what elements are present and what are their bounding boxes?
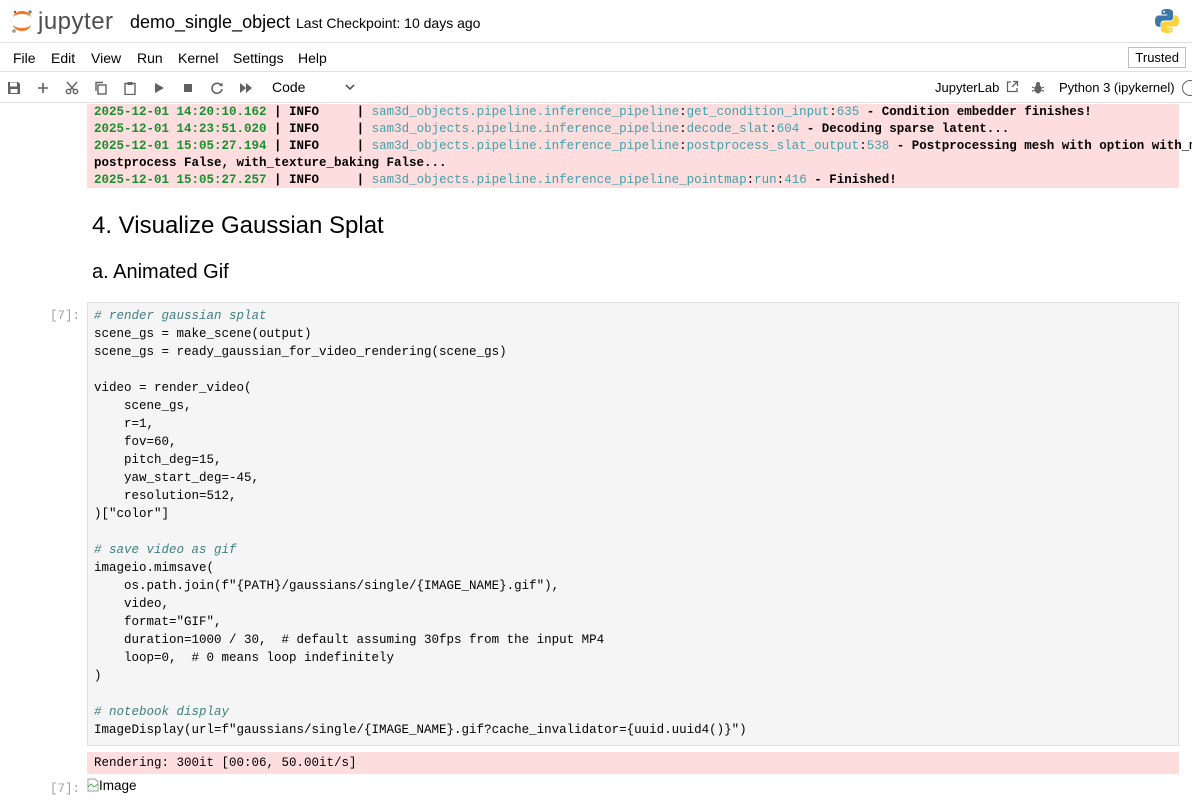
copy-icon[interactable] bbox=[92, 79, 110, 97]
image-alt-text: Image bbox=[99, 778, 137, 793]
cell-type-dropdown[interactable]: Code bbox=[272, 79, 362, 95]
code-line: format="GIF", bbox=[94, 615, 222, 629]
code-line: )["color"] bbox=[94, 507, 170, 521]
menu-edit[interactable]: Edit bbox=[51, 50, 75, 66]
code-line: video, bbox=[94, 597, 170, 611]
cell-type-value: Code bbox=[272, 79, 306, 95]
debugger-bug-icon[interactable] bbox=[1031, 81, 1045, 95]
code-line: r=1, bbox=[94, 417, 155, 431]
top-header: jupyter demo_single_object Last Checkpoi… bbox=[0, 0, 1192, 43]
menu-bar: File Edit View Run Kernel Settings Help … bbox=[0, 44, 1192, 72]
code-line: # notebook display bbox=[94, 705, 230, 719]
rendering-output: Rendering: 300it [00:06, 50.00it/s] bbox=[87, 752, 1179, 774]
code-line: os.path.join(f"{PATH}/gaussians/single/{… bbox=[94, 579, 560, 593]
log-line: postprocess False, with_texture_baking F… bbox=[94, 156, 447, 170]
section-heading: 4. Visualize Gaussian Splat bbox=[92, 212, 384, 239]
add-cell-icon[interactable] bbox=[34, 79, 52, 97]
menu-view[interactable]: View bbox=[91, 50, 121, 66]
jupyter-logo-text: jupyter bbox=[38, 8, 114, 35]
jupyter-logo-icon bbox=[12, 10, 32, 33]
fast-forward-icon[interactable] bbox=[237, 79, 255, 97]
log-output: 2025-12-01 14:20:10.162 | INFO | sam3d_o… bbox=[87, 104, 1192, 188]
code-line: # render gaussian splat bbox=[94, 309, 267, 323]
code-line: ImageDisplay(url=f"gaussians/single/{IMA… bbox=[94, 723, 747, 737]
kernel-name[interactable]: Python 3 (ipykernel) bbox=[1059, 80, 1175, 95]
run-icon[interactable] bbox=[150, 79, 168, 97]
jupyterlab-label: JupyterLab bbox=[935, 80, 1000, 95]
jupyterlab-link[interactable]: JupyterLab bbox=[935, 80, 1019, 95]
save-icon[interactable] bbox=[5, 79, 23, 97]
code-cell[interactable]: # render gaussian splat scene_gs = make_… bbox=[87, 302, 1179, 746]
python-logo-icon bbox=[1155, 9, 1179, 33]
menu-run[interactable]: Run bbox=[137, 50, 163, 66]
jupyter-logo[interactable]: jupyter bbox=[10, 6, 120, 38]
chevron-down-icon bbox=[345, 84, 355, 91]
code-line: # save video as gif bbox=[94, 543, 237, 557]
stop-icon[interactable] bbox=[179, 79, 197, 97]
menu-kernel[interactable]: Kernel bbox=[178, 50, 218, 66]
menu-help[interactable]: Help bbox=[298, 50, 327, 66]
external-link-icon bbox=[1006, 80, 1019, 93]
menu-file[interactable]: File bbox=[13, 50, 36, 66]
code-line: ) bbox=[94, 669, 102, 683]
log-line: 2025-12-01 15:05:27.194 | INFO | sam3d_o… bbox=[94, 139, 1192, 153]
code-line: video = render_video( bbox=[94, 381, 252, 395]
rendering-progress-text: Rendering: 300it [00:06, 50.00it/s] bbox=[94, 756, 357, 770]
notebook-panel[interactable]: 2025-12-01 14:20:10.162 | INFO | sam3d_o… bbox=[0, 104, 1192, 807]
code-line: yaw_start_deg=-45, bbox=[94, 471, 260, 485]
code-line: duration=1000 / 30, # default assuming 3… bbox=[94, 633, 605, 647]
cut-icon[interactable] bbox=[63, 79, 81, 97]
input-prompt: [7]: bbox=[50, 309, 81, 323]
log-line: 2025-12-01 14:23:51.020 | INFO | sam3d_o… bbox=[94, 122, 1010, 136]
trusted-indicator[interactable]: Trusted bbox=[1128, 47, 1186, 68]
code-line: scene_gs = ready_gaussian_for_video_rend… bbox=[94, 345, 507, 359]
notebook-title[interactable]: demo_single_object bbox=[130, 12, 290, 33]
code-line: resolution=512, bbox=[94, 489, 237, 503]
last-checkpoint: Last Checkpoint: 10 days ago bbox=[296, 15, 481, 31]
code-line: loop=0, # 0 means loop indefinitely bbox=[94, 651, 395, 665]
code-line: pitch_deg=15, bbox=[94, 453, 222, 467]
restart-icon[interactable] bbox=[208, 79, 226, 97]
kernel-status-icon bbox=[1182, 80, 1192, 96]
broken-image-icon bbox=[87, 778, 99, 792]
output-image: Image bbox=[87, 778, 137, 793]
code-line: fov=60, bbox=[94, 435, 177, 449]
output-prompt: [7]: bbox=[50, 782, 81, 796]
paste-icon[interactable] bbox=[121, 79, 139, 97]
code-line: imageio.mimsave( bbox=[94, 561, 215, 575]
notebook-toolbar: Code JupyterLab Python 3 (ipykernel) bbox=[0, 73, 1192, 103]
subsection-heading: a. Animated Gif bbox=[92, 261, 229, 283]
log-line: 2025-12-01 14:20:10.162 | INFO | sam3d_o… bbox=[94, 105, 1092, 119]
code-line: scene_gs = make_scene(output) bbox=[94, 327, 312, 341]
log-line: 2025-12-01 15:05:27.257 | INFO | sam3d_o… bbox=[94, 173, 897, 187]
code-line: scene_gs, bbox=[94, 399, 192, 413]
menu-settings[interactable]: Settings bbox=[233, 50, 284, 66]
